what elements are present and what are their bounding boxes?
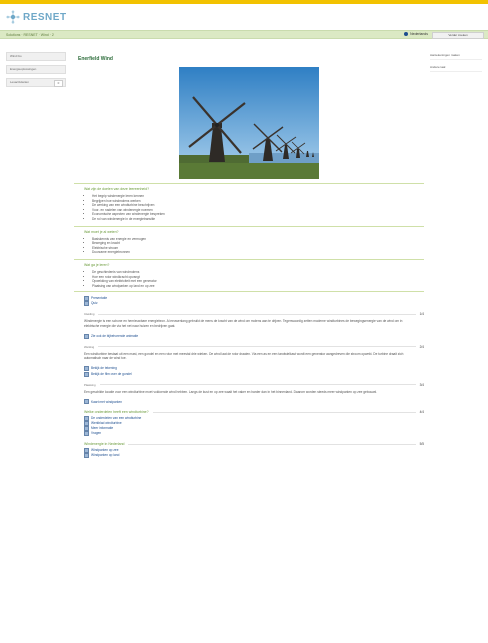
sidebar-item-label: Lesactiviteiten xyxy=(10,80,30,84)
section-goals: Wat zijn de doelen van deze leereenheid?… xyxy=(74,183,424,222)
block-text: Een geschikte locatie voor een windturbi… xyxy=(84,389,378,394)
divider xyxy=(98,346,416,347)
question-title: Welke onderdelen heeft een windturbine? xyxy=(84,410,149,415)
section-title: Wat ga je leren? xyxy=(84,262,110,267)
link-icon xyxy=(84,399,89,405)
language-label: Nederlands xyxy=(410,32,428,36)
content-block: Inleiding 1/4 Windenergie is een schone … xyxy=(74,312,424,339)
sidebar-item-activities[interactable]: Lesactiviteiten 0 xyxy=(6,78,66,87)
divider xyxy=(152,411,416,413)
section-title: Wat zijn de doelen van deze leereenheid? xyxy=(84,187,150,191)
quick-links: Presentatie Quiz xyxy=(84,296,424,307)
list-item: Duurzame energiebronnen xyxy=(92,250,424,255)
right-sidebar: Aantekeningen maken Andere taal xyxy=(430,52,482,76)
block-link[interactable]: Zie ook de bijbehorende animatie xyxy=(84,333,424,339)
breadcrumb[interactable]: Solutions · RESNET · Wind · 2 xyxy=(6,33,54,37)
link-icon xyxy=(84,365,89,371)
search-button[interactable]: Verder zoeken xyxy=(432,32,484,39)
language-flag-icon xyxy=(404,32,409,36)
language-link[interactable]: Andere taal xyxy=(430,64,482,72)
divider xyxy=(74,225,424,227)
link-icon xyxy=(84,453,89,459)
sidebar-item-wind[interactable]: Wind bio xyxy=(6,52,66,61)
block-link[interactable]: Bekijk de tekening xyxy=(84,365,424,371)
content-block: Werking 2/4 Een windturbine bestaat uit … xyxy=(74,345,424,377)
section-outcomes: Wat ga je leren? De geschiedenis van win… xyxy=(74,258,424,293)
notes-link[interactable]: Aantekeningen maken xyxy=(430,52,482,60)
page-title: Enerfield Wind xyxy=(78,56,113,62)
question-block: Windenergie in Nederland 5/5 Windparken … xyxy=(74,442,424,459)
block-number: 1/4 xyxy=(419,312,424,317)
block-label: Plaatsing xyxy=(84,382,96,387)
divider xyxy=(98,313,416,315)
block-link[interactable]: Bekijk de film over de gondel xyxy=(84,371,424,377)
list-item: De rol van windenergie in de energietran… xyxy=(92,217,424,222)
content-block: Plaatsing 3/4 Een geschikte locatie voor… xyxy=(74,383,424,405)
sidebar-item-energy[interactable]: Energieoplossingen xyxy=(6,65,66,74)
windmill-photo xyxy=(179,67,319,179)
resnet-logo-icon xyxy=(6,10,20,24)
divider xyxy=(99,384,416,386)
sidebar-item-count: 0 xyxy=(54,80,63,87)
language-selector[interactable]: Nederlands xyxy=(404,32,428,36)
site-header: RESNET xyxy=(0,4,488,30)
block-number: 2/4 xyxy=(419,344,424,349)
block-number: 4/4 xyxy=(419,410,424,415)
document-icon xyxy=(84,301,89,307)
brand-name: RESNET xyxy=(23,11,67,23)
question-link[interactable]: Vragen xyxy=(84,431,424,437)
navigation-bar: Solutions · RESNET · Wind · 2 Nederlands… xyxy=(0,30,488,39)
link-icon xyxy=(84,333,89,339)
link-icon xyxy=(84,371,89,377)
section-title: Wat moet je al weten? xyxy=(84,229,119,234)
quiz-link[interactable]: Quiz xyxy=(84,301,424,307)
section-list: De geschiedenis van windmolens Hoe een r… xyxy=(92,270,424,288)
block-text: Windenergie is een schone en hernieuwbar… xyxy=(84,319,403,328)
section-prerequisites: Wat moet je al weten? Basiskennis van en… xyxy=(74,225,424,255)
question-title: Windenergie in Nederland xyxy=(84,442,125,447)
question-links: De onderdelen van een windturbine Werkbl… xyxy=(84,416,424,437)
list-item: Plaatsing van windparken op land en op z… xyxy=(92,284,424,289)
logo[interactable]: RESNET xyxy=(6,10,67,24)
sidebar-item-label: Energieoplossingen xyxy=(10,67,37,71)
block-link[interactable]: Kaart met windparken xyxy=(84,399,424,405)
block-label: Werking xyxy=(84,344,95,349)
divider xyxy=(128,443,416,445)
block-number: 5/5 xyxy=(419,442,424,447)
sidebar-item-label: Wind bio xyxy=(10,54,22,58)
left-sidebar: Wind bio Energieoplossingen Lesactivitei… xyxy=(6,52,66,91)
section-list: Het begrip windenergie leren kennen Begr… xyxy=(92,194,424,222)
question-links: Windparken op zee Windparken op land xyxy=(84,448,424,459)
block-number: 3/4 xyxy=(419,382,424,387)
section-list: Basiskennis van energie en vermogen Bewe… xyxy=(92,237,424,255)
divider xyxy=(74,183,424,184)
divider xyxy=(74,291,424,293)
block-label: Inleiding xyxy=(84,312,95,317)
question-link[interactable]: Windparken op land xyxy=(84,453,424,459)
link-icon xyxy=(84,431,89,437)
block-text: Een windturbine bestaat uit een mast, ee… xyxy=(84,351,404,361)
question-block: Welke onderdelen heeft een windturbine? … xyxy=(74,410,424,437)
main-content: Enerfield Wind Wat zijn de doelen van de… xyxy=(74,52,424,459)
divider xyxy=(74,258,424,260)
